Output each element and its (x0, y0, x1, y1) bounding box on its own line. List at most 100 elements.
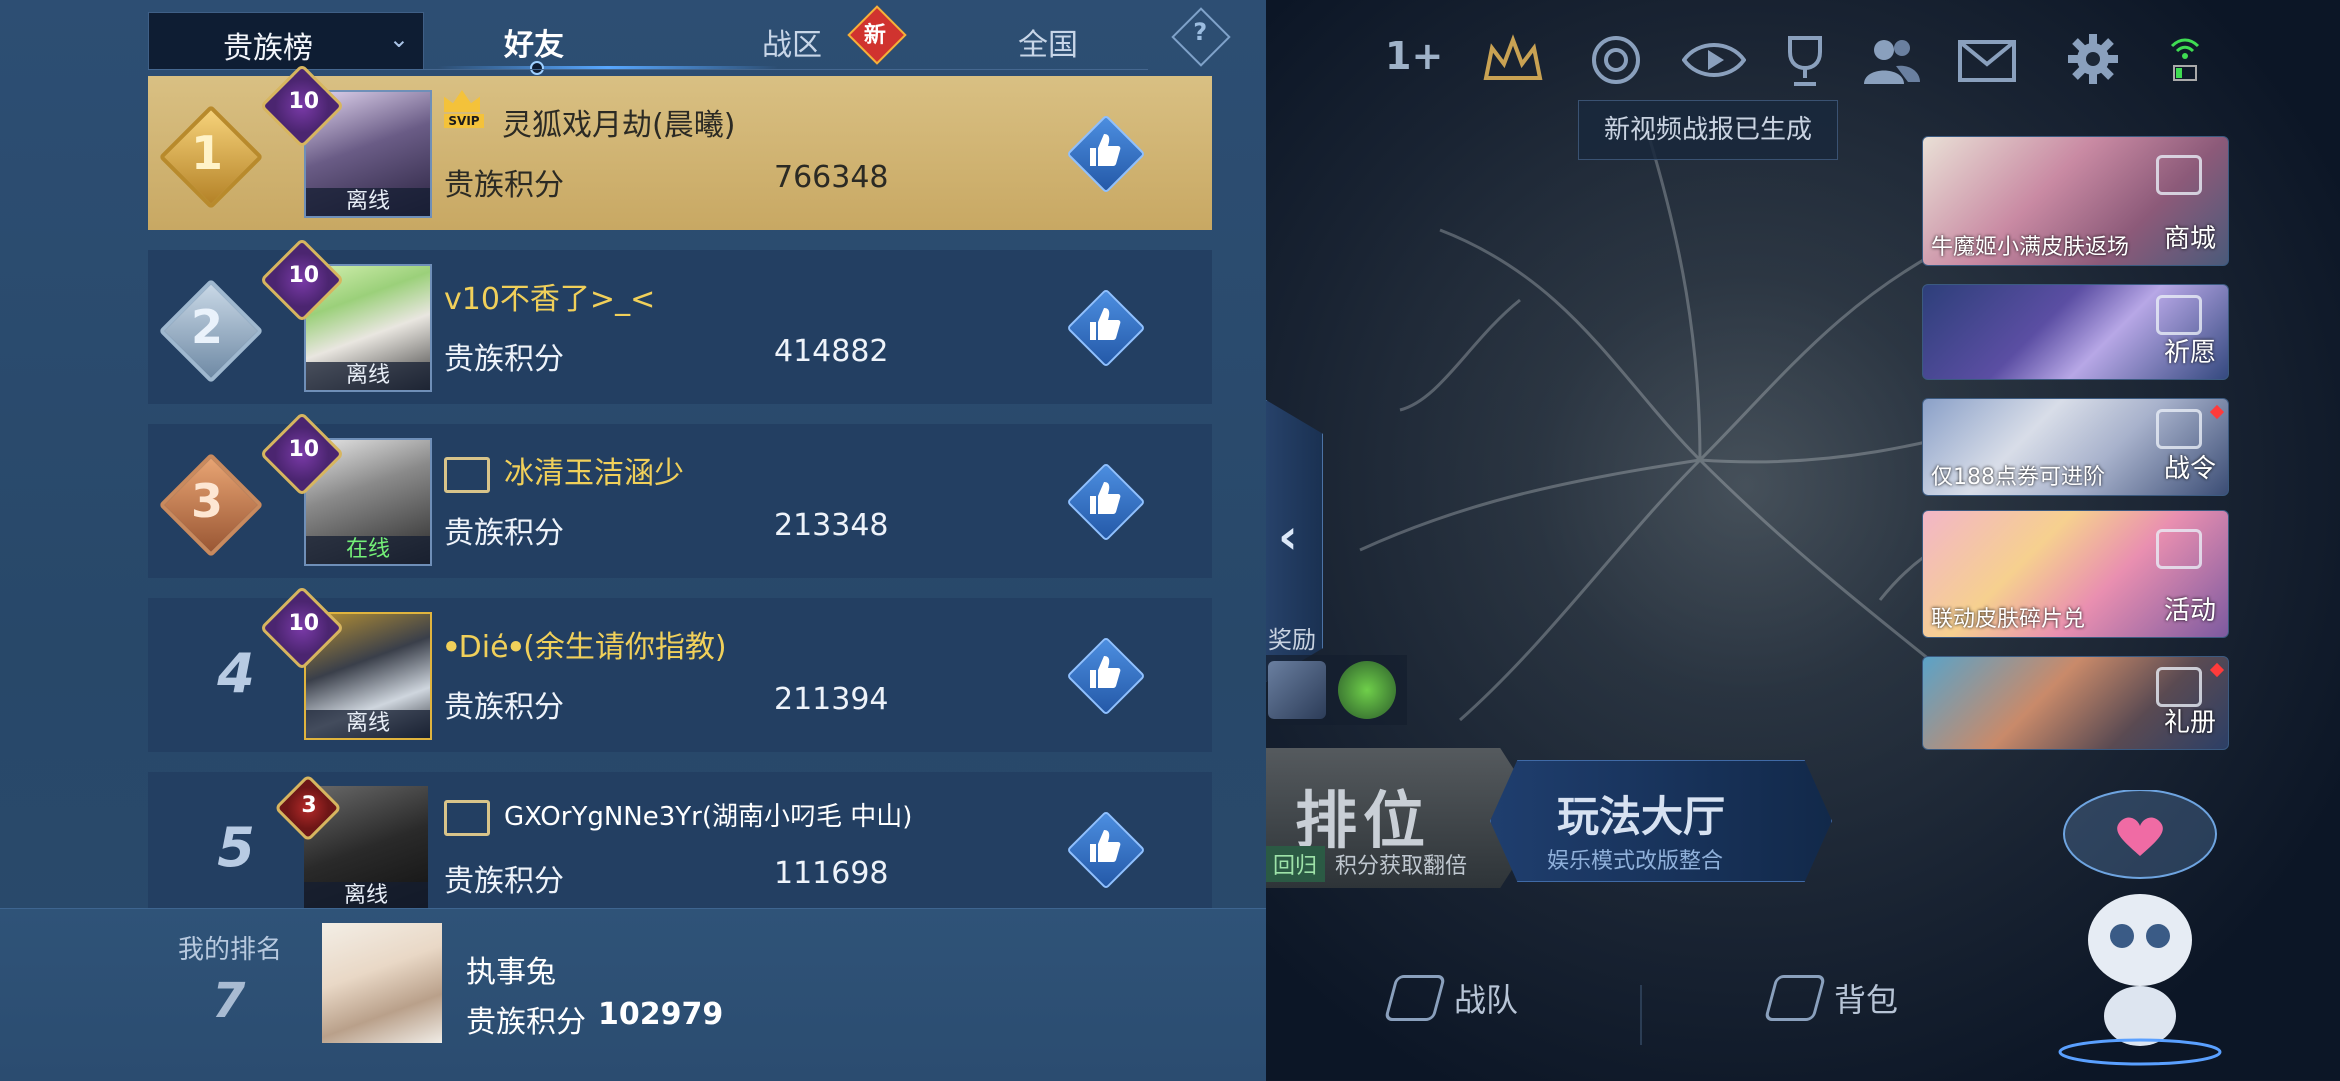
return-tag: 回归 (1265, 846, 1326, 882)
thumbs-up-icon (1090, 656, 1121, 688)
mode-hall-subtitle: 娱乐模式改版整合 (1547, 849, 1724, 874)
player-name-wrap: 冰清玉洁涵少 (444, 448, 684, 493)
vip-level: 10 (288, 88, 320, 114)
rank-medal-silver: 2 (158, 278, 264, 384)
nameplate-icon (444, 456, 490, 493)
score-value: 111698 (774, 856, 889, 891)
gift-book-icon (2156, 667, 2202, 707)
side-card-gift-book[interactable]: 礼册 (1922, 656, 2229, 750)
help-icon-glyph: ? (1193, 18, 1208, 47)
thumbs-up-icon (1090, 308, 1121, 340)
online-status: 在线 (306, 536, 430, 564)
tab-friends[interactable]: 好友 (504, 20, 564, 64)
score-label: 贵族积分 (444, 168, 564, 203)
like-button[interactable] (1066, 462, 1146, 542)
gear-icon[interactable] (2066, 32, 2120, 86)
crown-icon[interactable] (1482, 34, 1544, 90)
my-name: 执事兔 (466, 955, 556, 990)
my-score-label: 贵族积分 (466, 1005, 586, 1040)
trophy-icon[interactable] (1780, 34, 1830, 88)
chevron-down-icon: ⌄ (388, 25, 409, 53)
help-icon[interactable]: ? (1171, 7, 1231, 67)
nav-team[interactable]: 战队 (1383, 975, 1518, 1021)
player-name: v10不香了>_< (444, 282, 656, 317)
score-label: 贵族积分 (444, 342, 564, 377)
leaderboard-panel: 贵族榜 ⌄ 好友 战区 新 全国 ? 1 离线 10 SVIP 灵狐戏月劫(晨曦… (0, 0, 1266, 1081)
score-value: 766348 (774, 160, 889, 195)
game-mode-hall-button[interactable]: 玩法大厅 娱乐模式改版整合 (1490, 760, 1832, 882)
online-status: 离线 (306, 710, 430, 738)
top-counter[interactable]: 1+ (1385, 34, 1455, 90)
player-name-wrap: GXOrYgNNe3Yr(湖南小叼毛 中山) (444, 796, 912, 836)
tab-war-zone[interactable]: 战区 (762, 20, 822, 64)
rank-number: 2 (190, 300, 223, 354)
leaderboard-row[interactable]: 1 离线 10 SVIP 灵狐戏月劫(晨曦) 贵族积分 766348 (148, 63, 1212, 230)
reward-items[interactable] (1262, 655, 1407, 725)
score-value: 213348 (774, 508, 889, 543)
friends-icon[interactable] (1862, 36, 1920, 86)
side-card-label: 战令 (2163, 454, 2216, 484)
wifi-battery-icon (2168, 32, 2202, 86)
notification-dot (2209, 404, 2225, 420)
target-icon[interactable] (1588, 32, 1644, 88)
thumbs-up-icon (1090, 134, 1121, 166)
nav-bag-label: 背包 (1834, 981, 1899, 1019)
score-label: 贵族积分 (444, 864, 564, 899)
my-avatar[interactable] (322, 923, 442, 1043)
rank-medal-bronze: 3 (158, 452, 264, 558)
reward-token-icon (1338, 661, 1396, 719)
thumbs-up-icon (1090, 830, 1121, 862)
vip-level: 3 (301, 793, 317, 819)
shop-icon (2156, 155, 2202, 195)
notification-dot (2209, 662, 2225, 678)
my-rank-label: 我的排名 (178, 935, 283, 965)
player-name: GXOrYgNNe3Yr(湖南小叼毛 中山) (504, 802, 913, 832)
rank-number: 5 (217, 816, 255, 879)
like-button[interactable] (1066, 114, 1146, 194)
mascot-assistant[interactable] (2030, 789, 2250, 1070)
leaderboard-row[interactable]: 2 离线 10 v10不香了>_< 贵族积分 414882 (148, 237, 1212, 404)
chevron-left-icon: ‹ (1278, 509, 1298, 565)
mail-icon[interactable] (1958, 40, 2016, 82)
like-button[interactable] (1066, 810, 1146, 890)
nav-bag[interactable]: 背包 (1763, 975, 1899, 1021)
score-value: 211394 (774, 682, 889, 717)
tab-national[interactable]: 全国 (1018, 20, 1078, 64)
player-name: 灵狐戏月劫(晨曦) (502, 108, 736, 143)
vip-level: 10 (288, 436, 320, 462)
leaderboard-row[interactable]: 3 在线 10 冰清玉洁涵少 贵族积分 213348 (148, 411, 1212, 578)
video-eye-icon[interactable] (1681, 36, 1747, 84)
rank-medal-gold: 1 (158, 104, 264, 210)
leaderboard-tabs: 贵族榜 ⌄ 好友 战区 新 全国 ? (148, 5, 1231, 75)
side-card-label: 活动 (2163, 596, 2216, 626)
leaderboard-type-dropdown[interactable]: 贵族榜 ⌄ (148, 12, 424, 70)
side-card-battle-pass[interactable]: 仅188点券可进阶 战令 (1922, 398, 2229, 496)
score-value: 414882 (774, 334, 889, 369)
side-card-caption: 牛魔姬小满皮肤返场 (1931, 235, 2130, 260)
reward-label: 奖励 (1268, 626, 1316, 654)
online-status: 离线 (306, 362, 430, 390)
like-button[interactable] (1066, 636, 1146, 716)
side-card-shop[interactable]: 牛魔姬小满皮肤返场 商城 (1922, 136, 2229, 266)
my-rank-number: 7 (212, 973, 246, 1029)
dropdown-label: 贵族榜 (223, 31, 313, 66)
wish-icon (2156, 295, 2202, 335)
score-label: 贵族积分 (444, 516, 564, 551)
event-icon (2156, 529, 2202, 569)
video-report-tooltip: 新视频战报已生成 (1578, 100, 1838, 160)
side-card-label: 祈愿 (2163, 338, 2216, 368)
like-button[interactable] (1066, 288, 1146, 368)
side-card-caption: 仅188点券可进阶 (1931, 465, 2105, 490)
vip-level: 10 (288, 610, 320, 636)
rank-number: 3 (190, 474, 223, 528)
leaderboard-row[interactable]: 4 离线 10 ꔷDie̒ꔷ(余生请你指教) 贵族积分 211394 (148, 585, 1212, 752)
side-card-event[interactable]: 联动皮肤碎片兑 活动 (1922, 510, 2229, 638)
rank-number: 4 (217, 642, 255, 705)
leaderboard-row[interactable]: 5 离线 3 GXOrYgNNe3Yr(湖南小叼毛 中山) 贵族积分 11169… (148, 772, 1212, 908)
bag-icon (1763, 975, 1827, 1021)
online-status: 离线 (304, 882, 428, 908)
active-tab-dot (530, 61, 544, 75)
ranked-subtitle: 积分获取翻倍 (1335, 854, 1468, 879)
side-card-wish[interactable]: 祈愿 (1922, 284, 2229, 380)
new-badge: 新 (847, 5, 907, 65)
